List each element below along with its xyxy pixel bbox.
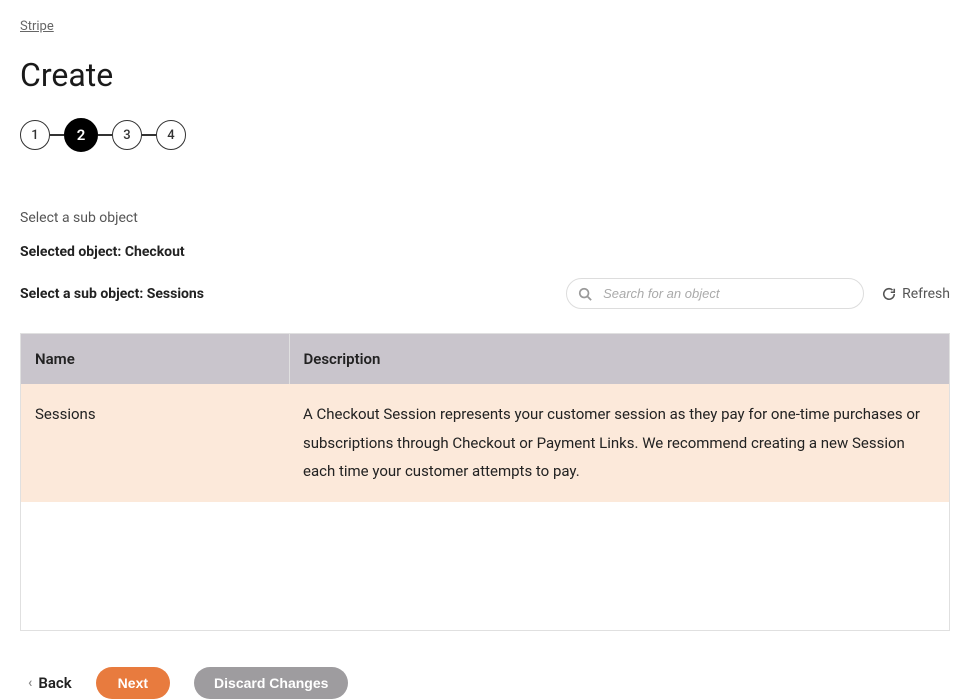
breadcrumb-link[interactable]: Stripe [20,19,54,34]
search-box [566,278,864,309]
discard-button[interactable]: Discard Changes [194,667,348,699]
back-button[interactable]: ‹ Back [28,674,72,692]
footer-actions: ‹ Back Next Discard Changes [20,667,950,699]
instruction-text: Select a sub object [20,210,950,226]
step-3[interactable]: 3 [112,120,142,150]
object-table-container: Name Description Sessions A Checkout Ses… [20,333,950,631]
table-row[interactable]: Sessions A Checkout Session represents y… [21,384,949,502]
search-input[interactable] [566,278,864,309]
refresh-label: Refresh [902,286,950,302]
cell-name: Sessions [21,384,289,502]
refresh-icon [882,287,896,301]
selected-object-text: Selected object: Checkout [20,244,950,260]
step-4[interactable]: 4 [156,120,186,150]
wizard-stepper: 1 2 3 4 [20,118,950,152]
cell-description: A Checkout Session represents your custo… [289,384,949,502]
step-connector [98,134,112,136]
table-header-name: Name [21,334,289,384]
step-connector [50,134,64,136]
page-title: Create [20,56,950,94]
search-icon [578,287,592,301]
sub-object-label: Select a sub object: Sessions [20,286,204,302]
step-1[interactable]: 1 [20,120,50,150]
table-header-description: Description [289,334,949,384]
object-table: Name Description Sessions A Checkout Ses… [21,334,949,502]
chevron-left-icon: ‹ [28,675,32,691]
back-label: Back [38,674,71,692]
refresh-button[interactable]: Refresh [882,286,950,302]
next-button[interactable]: Next [96,667,170,699]
step-2[interactable]: 2 [64,118,98,152]
step-connector [142,134,156,136]
